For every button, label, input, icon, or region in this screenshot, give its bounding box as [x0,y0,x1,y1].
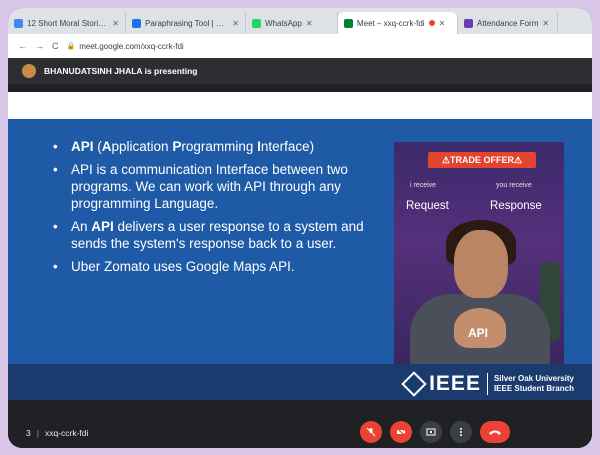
slide-footer: IEEE Silver Oak University IEEE Student … [8,364,592,400]
org-line-1: Silver Oak University [493,374,574,383]
address-bar: ← → C 🔒 meet.google.com/xxq-ccrk-fdi [8,34,592,58]
mic-off-icon[interactable] [360,421,382,443]
meeting-code: 3 | xxq-ccrk-fdi [26,428,88,438]
meet-control-bar: 3 | xxq-ccrk-fdi [8,418,592,448]
api-overlay-text: API [468,326,489,340]
ieee-logo: IEEE Silver Oak University IEEE Student … [401,371,574,397]
slide-bullet: API (Application Programming Interface) [53,138,373,155]
bullet-text: A [101,139,112,154]
trade-offer-badge: ⚠TRADE OFFER⚠ [428,152,536,168]
tab-favicon-icon [14,18,23,28]
i-receive-caption: i receive [410,182,437,189]
tab-title: WhatsApp [265,18,302,28]
ieee-diamond-icon [401,371,427,397]
presenter-avatar [22,64,36,78]
logo-divider [486,373,488,395]
meeting-code-prefix: 3 [26,428,31,438]
url-text: meet.google.com/xxq-ccrk-fdi [79,41,184,51]
camera-off-icon[interactable] [390,421,412,443]
meeting-code-text: xxq-ccrk-fdi [44,428,89,438]
end-call-icon[interactable] [480,421,510,443]
bullet-text: rogramming [181,139,258,154]
close-tab-icon[interactable]: ✕ [112,19,119,28]
browser-tab[interactable]: Paraphrasing Tool | Best A ✕ [126,12,246,34]
close-tab-icon[interactable]: ✕ [306,19,313,28]
presentation-slide: API (Application Programming Interface)A… [8,92,592,400]
ieee-branch-name: Silver Oak University IEEE Student Branc… [494,374,574,394]
tab-title: Paraphrasing Tool | Best A [145,18,228,28]
bullet-text: An [71,219,92,234]
bullet-text: delivers a user response to a system and… [71,219,364,251]
tab-favicon-icon [252,18,261,28]
browser-tab[interactable]: 12 Short Moral Stories in I ✕ [8,12,126,34]
bullet-text: Uber Zomato uses Google Maps API. [71,259,295,274]
tab-title: Attendance Form [477,18,539,28]
browser-tab[interactable]: WhatsApp ✕ [246,12,338,34]
person-head [454,230,508,298]
bullet-text: ( [93,139,102,154]
tab-favicon-icon [344,18,353,28]
slide-bullet: An API delivers a user response to a sys… [53,218,373,252]
presenting-text: BHANUDATSINH JHALA is presenting [44,66,198,76]
ieee-wordmark: IEEE [429,372,481,395]
response-label: Response [490,200,542,212]
url-field[interactable]: 🔒 meet.google.com/xxq-ccrk-fdi [67,42,184,51]
present-icon[interactable] [420,421,442,443]
close-tab-icon[interactable]: ✕ [439,19,446,28]
bullet-text: API is a communication Interface between… [71,162,348,211]
lock-icon: 🔒 [66,43,76,50]
more-icon[interactable] [450,421,472,443]
close-tab-icon[interactable]: ✕ [542,19,549,28]
tab-favicon-icon [132,18,141,28]
tab-title: Meet – xxq-ccrk-fdi [357,18,425,28]
reload-icon[interactable]: C [52,41,59,51]
browser-tab-strip: 12 Short Moral Stories in I✕Paraphrasing… [8,8,592,34]
bullet-text: API [71,139,94,154]
bullet-text: P [172,139,182,154]
tab-favicon-icon [464,18,473,28]
bullet-text: nterface) [260,139,315,154]
slide-bullet: Uber Zomato uses Google Maps API. [53,258,373,275]
presenting-banner: BHANUDATSINH JHALA is presenting [8,58,592,84]
screen: 12 Short Moral Stories in I✕Paraphrasing… [8,8,592,448]
slide-bullet-list: API (Application Programming Interface)A… [53,138,373,281]
slide-header-bar [8,92,592,119]
bullet-text: pplication [111,139,173,154]
back-icon[interactable]: ← [18,41,27,51]
slide-video: ⚠TRADE OFFER⚠ i receive you receive Requ… [394,142,564,364]
close-tab-icon[interactable]: ✕ [232,19,239,28]
tab-title: 12 Short Moral Stories in I [27,18,108,28]
recording-icon [428,20,435,26]
browser-tab[interactable]: Meet – xxq-ccrk-fdi ✕ [338,12,458,34]
call-controls [360,421,510,443]
org-line-2: IEEE Student Branch [493,384,574,393]
meeting-code-separator: | [36,428,39,438]
browser-tab[interactable]: Attendance Form ✕ [458,12,558,34]
request-label: Request [406,200,449,212]
you-receive-caption: you receive [496,182,532,189]
forward-icon[interactable]: → [35,41,44,51]
slide-bullet: API is a communication Interface between… [53,161,373,212]
bullet-text: API [91,219,114,234]
